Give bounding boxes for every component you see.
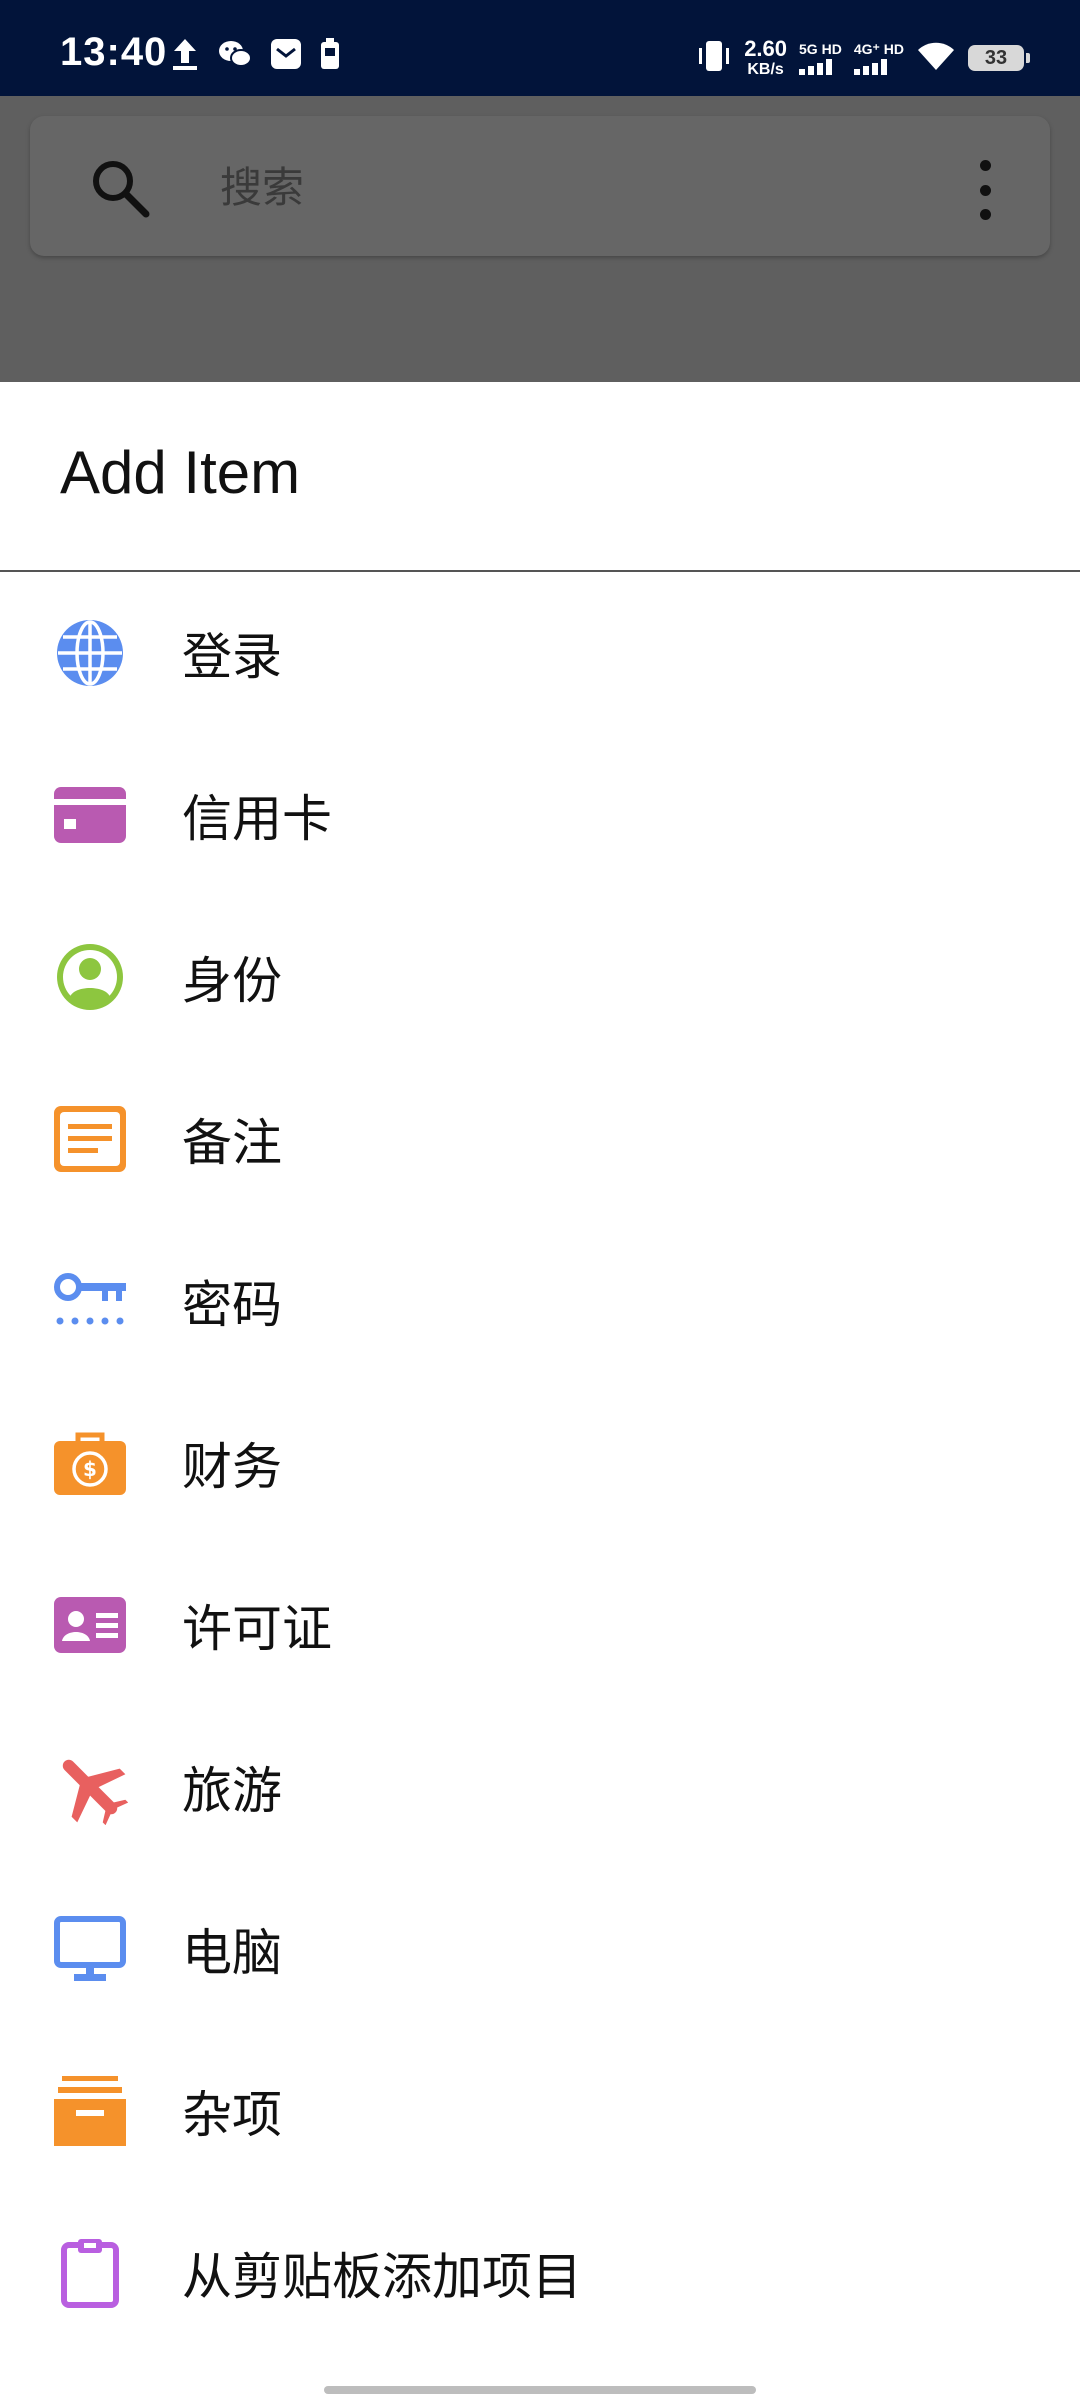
globe-icon [52,615,128,691]
signal-bars-icon [799,58,833,75]
search-bar [30,116,1050,256]
sim1-signal: 5G HD [799,42,842,75]
item-login[interactable]: 登录 [0,572,1080,734]
wechat-icon [218,39,252,73]
item-label: 从剪贴板添加项目 [182,2248,582,2306]
archive-icon [52,2073,128,2149]
signal-bars-icon [853,58,887,75]
item-label: 旅游 [182,1762,282,1820]
sim1-label: 5G HD [799,40,842,57]
computer-icon [52,1911,128,1987]
mail-notification-icon [270,38,302,74]
item-identity[interactable]: 身份 [0,896,1080,1058]
item-label: 杂项 [182,2086,282,2144]
item-add-from-clipboard[interactable]: 从剪贴板添加项目 [0,2192,1080,2354]
item-label: 登录 [182,628,282,686]
status-bar: 13:40 2.60 KB/s 5G HD 4G⁺ HD 33 [0,0,1080,96]
battery-indicator: 33 [968,45,1030,71]
network-speed-unit: KB/s [747,61,784,78]
airplane-icon [52,1749,128,1825]
network-speed: 2.60 KB/s [744,38,787,78]
item-label: 电脑 [182,1924,282,1982]
upload-icon [170,37,200,75]
network-speed-value: 2.60 [744,36,788,61]
credit-card-icon [52,777,128,853]
search-input[interactable] [218,146,922,228]
item-label: 财务 [182,1438,282,1496]
battery-saver-icon [320,38,340,74]
item-label: 备注 [182,1114,282,1172]
item-credit-card[interactable]: 信用卡 [0,734,1080,896]
status-notification-icons [170,36,340,76]
status-system-icons: 2.60 KB/s 5G HD 4G⁺ HD 33 [696,30,1030,86]
item-label: 信用卡 [182,790,332,848]
license-icon [52,1587,128,1663]
key-icon [52,1263,128,1339]
dimmed-backdrop[interactable] [0,96,1080,382]
status-time: 13:40 [60,30,168,74]
home-indicator[interactable] [324,2386,756,2394]
sim2-signal: 4G⁺ HD [853,40,904,75]
sheet-title: Add Item [60,439,301,506]
item-label: 许可证 [182,1600,332,1658]
vibrate-icon [696,39,732,77]
item-type-list: 登录 信用卡 身份 备注 密码 $ 财务 许可证 旅游 电脑 杂项 从剪贴板添加… [0,572,1080,2354]
screen: 13:40 2.60 KB/s 5G HD 4G⁺ HD 33 搜索 Add I… [0,0,1080,2400]
item-password[interactable]: 密码 [0,1220,1080,1382]
clipboard-icon [52,2235,128,2311]
item-label: 密码 [182,1276,282,1334]
item-label: 身份 [182,952,282,1010]
wifi-icon [916,40,956,76]
add-item-sheet: Add Item 登录 信用卡 身份 备注 密码 $ 财务 许可证 旅游 电脑 … [0,382,1080,2400]
item-finance[interactable]: $ 财务 [0,1382,1080,1544]
item-travel[interactable]: 旅游 [0,1706,1080,1868]
identity-icon [52,939,128,1015]
svg-text:$: $ [83,1457,97,1481]
sim2-label: 4G⁺ HD [853,40,904,57]
finance-icon: $ [52,1425,128,1501]
more-vert-icon[interactable] [970,160,1000,220]
note-icon [52,1101,128,1177]
search-icon[interactable] [88,156,152,220]
item-computer[interactable]: 电脑 [0,1868,1080,2030]
item-note[interactable]: 备注 [0,1058,1080,1220]
item-license[interactable]: 许可证 [0,1544,1080,1706]
item-misc[interactable]: 杂项 [0,2030,1080,2192]
